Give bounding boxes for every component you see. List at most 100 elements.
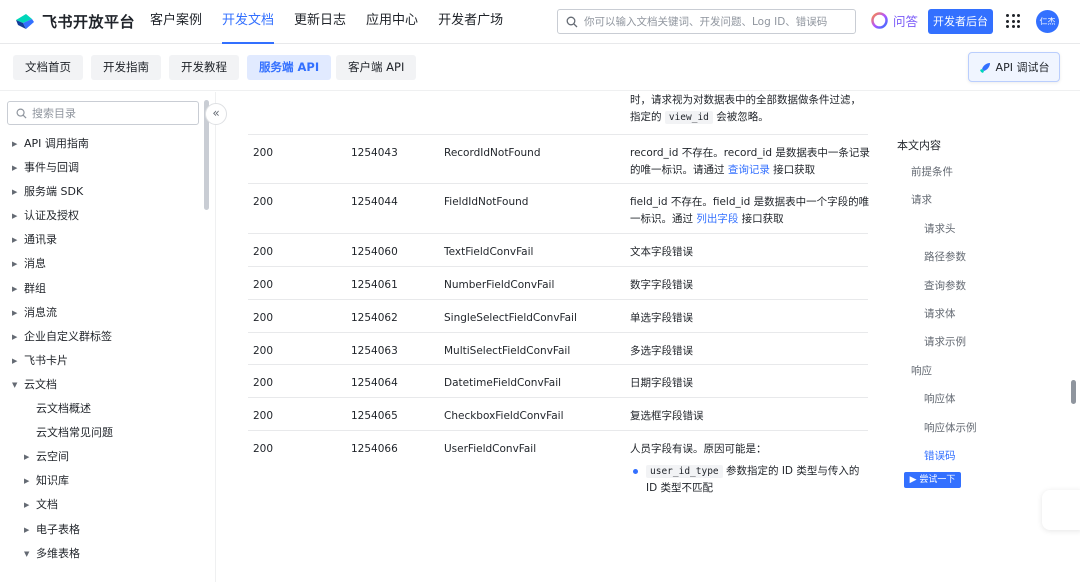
caret-right-icon[interactable]: ▶ (24, 493, 29, 517)
sidebar-item[interactable]: ▶ 飞书卡片 (0, 349, 204, 373)
toc-item[interactable]: 请求头 (924, 221, 956, 236)
dev-console-button[interactable]: 开发者后台 (928, 9, 993, 34)
http-status-cell: 200 (253, 246, 274, 258)
sidebar-item[interactable]: 云文档常见问题 (0, 421, 204, 445)
desc-text: 接口获取 (769, 164, 816, 176)
toc-item[interactable]: 请求体 (924, 306, 956, 321)
caret-right-icon[interactable]: ▶ (12, 277, 17, 301)
caret-right-icon[interactable]: ▶ (24, 469, 29, 493)
error-name-cell: RecordIdNotFound (444, 147, 541, 159)
sidebar-item[interactable]: ▶ 认证及授权 (0, 204, 204, 228)
sidebar-item[interactable]: ▶ 群组 (0, 277, 204, 301)
sidebar-item[interactable]: ▶ 云空间 (0, 445, 204, 469)
toc-item[interactable]: 请求示例 (924, 334, 966, 349)
api-link[interactable]: 查询记录 (728, 164, 770, 176)
api-debug-button[interactable]: API 调试台 (968, 52, 1060, 82)
try-it-button[interactable]: ▶ 尝试一下 (904, 472, 961, 488)
toc-item[interactable]: 错误码 (924, 448, 956, 463)
search-placeholder: 你可以输入文档关键词、开发问题、Log ID、错误码 (584, 16, 828, 28)
toc-item[interactable]: 前提条件 (911, 164, 953, 179)
collapse-sidebar-button[interactable]: « (205, 103, 227, 125)
caret-right-icon[interactable]: ▶ (12, 132, 17, 156)
error-name-cell: CheckboxFieldConvFail (444, 410, 564, 422)
tab-dev-guide[interactable]: 开发指南 (91, 55, 161, 80)
bullet-text: ID 类型不匹配 (646, 482, 714, 494)
description-cell: 人员字段有误。原因可能是： user_id_type 参数指定的 ID 类型与传入… (630, 441, 870, 497)
tab-doc-home[interactable]: 文档首页 (13, 55, 83, 80)
avatar[interactable]: 仁杰 (1036, 10, 1059, 33)
tab-dev-tutorial[interactable]: 开发教程 (169, 55, 239, 80)
error-code-cell: 1254064 (351, 377, 398, 389)
sidebar-item[interactable]: ▶ 消息流 (0, 301, 204, 325)
caret-down-icon[interactable]: ▼ (24, 542, 29, 566)
doc-category-bar: 文档首页 开发指南 开发教程 服务端 API 客户端 API (0, 45, 1080, 91)
caret-right-icon[interactable]: ▶ (12, 301, 17, 325)
desc-text: 指定的 (630, 111, 662, 123)
sidebar-item[interactable]: ▼ 云文档 (0, 373, 204, 397)
nav-dev-docs[interactable]: 开发文档 (222, 0, 275, 44)
caret-right-icon[interactable]: ▶ (12, 349, 17, 373)
tab-client-api[interactable]: 客户端 API (336, 55, 417, 80)
toc-item[interactable]: 响应 (911, 363, 932, 378)
caret-down-icon[interactable]: ▼ (12, 373, 17, 397)
nav-app-center[interactable]: 应用中心 (366, 0, 418, 44)
caret-right-icon[interactable]: ▶ (12, 156, 17, 180)
toc-title: 本文内容 (897, 139, 941, 152)
caret-right-icon[interactable]: ▶ (12, 180, 17, 204)
toc-item[interactable]: 响应体 (924, 391, 956, 406)
caret-right-icon[interactable]: ▶ (12, 228, 17, 252)
sidebar-item[interactable]: ▶ 文档 (0, 493, 204, 517)
sidebar-item[interactable]: ▶ 电子表格 (0, 518, 204, 542)
search-icon (16, 108, 27, 119)
caret-right-icon[interactable]: ▶ (12, 204, 17, 228)
sidebar-item[interactable]: ▶ 企业自定义群标签 (0, 325, 204, 349)
sidebar-item[interactable]: ▶ API 调用指南 (0, 132, 204, 156)
caret-right-icon[interactable]: ▶ (12, 252, 17, 276)
sidebar-item-label: 事件与回调 (24, 161, 79, 175)
previous-row-description: 时，请求视为对数据表中的全部数据做条件过滤， 指定的 view_id 会被忽略。 (630, 92, 870, 126)
error-name-cell: DatetimeFieldConvFail (444, 377, 562, 389)
desc-line: 的唯一标识。请通过 查询记录 接口获取 (630, 162, 870, 179)
page-scrollbar[interactable] (1071, 380, 1076, 404)
bullet-text: 参数指定的 ID 类型与传入的 (722, 465, 860, 477)
toc-item[interactable]: 查询参数 (924, 278, 966, 293)
nav-dev-plaza[interactable]: 开发者广场 (438, 0, 503, 44)
ai-ask-icon (871, 12, 888, 29)
tab-server-api[interactable]: 服务端 API (247, 55, 332, 80)
sidebar-item-label: 云空间 (36, 450, 69, 464)
toc-item[interactable]: 路径参数 (924, 249, 966, 264)
nav-customer-cases[interactable]: 客户案例 (150, 0, 202, 44)
sidebar-item[interactable]: ▶ 知识库 (0, 469, 204, 493)
table-row: 200 1254043 RecordIdNotFound record_id 不存在。… (248, 134, 870, 183)
toc-item[interactable]: 请求 (911, 192, 932, 207)
table-row: 200 1254061 NumberFieldConvFail 数字字段错误 (248, 266, 868, 299)
nav-changelog[interactable]: 更新日志 (294, 0, 346, 44)
floating-help-widget[interactable] (1042, 490, 1080, 530)
http-status-cell: 200 (253, 279, 274, 291)
sidebar-item[interactable]: ▶ 消息 (0, 252, 204, 276)
doc-search-input[interactable]: 你可以输入文档关键词、开发问题、Log ID、错误码 (557, 9, 856, 34)
ask-label: 问答 (893, 14, 919, 29)
error-name-cell: MultiSelectFieldConvFail (444, 345, 571, 357)
error-name-cell: SingleSelectFieldConvFail (444, 312, 577, 324)
sidebar-item[interactable]: 云文档概述 (0, 397, 204, 421)
caret-right-icon[interactable]: ▶ (24, 518, 29, 542)
sidebar-item[interactable]: ▶ 通讯录 (0, 228, 204, 252)
sidebar-item-label: 群组 (24, 281, 46, 295)
toc-item[interactable]: 响应体示例 (924, 420, 977, 435)
logo[interactable]: 飞书开放平台 (14, 10, 135, 32)
desc-line: 人员字段有误。原因可能是： (630, 443, 767, 455)
caret-right-icon[interactable]: ▶ (12, 325, 17, 349)
ask-button[interactable]: 问答 (871, 11, 918, 30)
caret-right-icon[interactable]: ▶ (24, 445, 29, 469)
app-grid-icon[interactable] (1006, 14, 1020, 28)
sidebar-item-label: 云文档概述 (36, 402, 91, 416)
http-status-cell: 200 (253, 147, 274, 159)
api-link[interactable]: 列出字段 (696, 213, 738, 225)
directory-search-input[interactable]: 搜索目录 (7, 101, 199, 125)
sidebar-item[interactable]: ▼ 多维表格 (0, 542, 204, 566)
sidebar-item[interactable]: ▶ 事件与回调 (0, 156, 204, 180)
sidebar-item[interactable]: ▶ 服务端 SDK (0, 180, 204, 204)
desc-line: 指定的 view_id 会被忽略。 (630, 109, 870, 126)
sidebar-item-label: 飞书卡片 (24, 353, 68, 367)
